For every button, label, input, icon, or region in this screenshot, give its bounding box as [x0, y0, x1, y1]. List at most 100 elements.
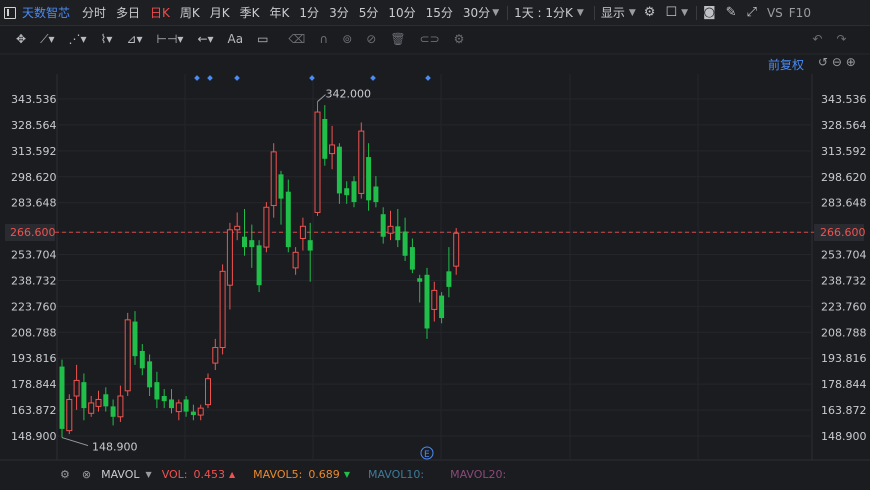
candle-body-down [278, 174, 284, 199]
candle-body-down [147, 361, 153, 388]
y-axis-label-left: 208.788 [11, 326, 57, 339]
candle-body-up [263, 206, 270, 248]
y-axis-label-left: 238.732 [11, 274, 57, 287]
candle-body-up [329, 144, 336, 155]
close-icon[interactable]: ⊗ [82, 468, 91, 481]
candle-body-down [417, 278, 423, 282]
mavol20-label: MAVOL20: [450, 467, 507, 481]
candle-body-down [344, 188, 350, 196]
y-axis-label-left: 343.536 [11, 93, 57, 106]
candle-body-down [285, 191, 291, 248]
candle-body-up [212, 347, 219, 364]
candle-body-up [226, 229, 233, 286]
candle-body-down [402, 231, 408, 256]
candle-body-down [336, 146, 342, 194]
candle-body-up [299, 225, 306, 239]
y-axis-label-right: 163.872 [821, 404, 867, 417]
vol-value: 0.453 [193, 467, 226, 481]
candle-body-up [95, 398, 102, 407]
candle-body-down [424, 274, 430, 329]
candle-body-down [139, 350, 145, 369]
y-axis-label-left: 163.872 [11, 404, 57, 417]
low-annotation-label: 148.900 [92, 441, 138, 454]
current-price-label: 266.600 [820, 226, 866, 239]
y-axis-label-right: 208.788 [821, 326, 867, 339]
candle-body-up [124, 319, 131, 392]
candle-body-down [242, 236, 247, 248]
up-arrow-icon: ▲ [229, 469, 236, 479]
mavol5-value: 0.689 [308, 467, 340, 481]
mavol5-label: MAVOL5: [253, 467, 303, 481]
y-axis-label-left: 328.564 [11, 119, 57, 132]
y-axis-label-left: 178.844 [11, 378, 57, 391]
candle-body-up [219, 270, 226, 349]
candlestick-chart[interactable]: 343.536 343.536 328.564 328.564 313.592 313.5… [0, 0, 870, 490]
candle-body-down [103, 394, 109, 407]
candle-body-up [292, 251, 299, 269]
candle-body-down [183, 399, 189, 412]
candle-body-down [256, 245, 262, 286]
candle-body-up [205, 378, 211, 406]
y-axis-label-right: 328.564 [821, 119, 867, 132]
y-axis-label-right: 298.620 [821, 171, 867, 184]
candle-body-down [161, 396, 167, 402]
candle-body-up [314, 111, 321, 213]
y-axis-label-right: 238.732 [821, 274, 867, 287]
current-price-left: 266.600 [5, 224, 56, 241]
y-axis-label-right: 193.816 [821, 352, 867, 365]
y-axis-label-right: 343.536 [821, 93, 867, 106]
candle-body-up [234, 225, 241, 231]
candle-body-up [270, 151, 277, 207]
settings-icon[interactable]: ⚙ [60, 468, 70, 481]
candle-body-up [117, 395, 124, 418]
chevron-down-icon[interactable]: ▼ [146, 470, 152, 479]
y-axis-label-left: 223.760 [11, 300, 57, 313]
vol-label: VOL: [161, 467, 188, 481]
candle-body-up [66, 398, 73, 432]
y-axis-label-left: 298.620 [11, 171, 57, 184]
y-axis-label-left: 313.592 [11, 145, 57, 158]
candle-body-down [190, 411, 196, 416]
candle-body-down [439, 295, 445, 319]
y-axis-label-right: 223.760 [821, 300, 867, 313]
high-annotation-label: 342.000 [326, 88, 372, 101]
candle-body-down [351, 181, 357, 203]
candle-body-up [73, 379, 80, 397]
candle-body-down [322, 118, 328, 159]
candle-body-down [307, 240, 313, 251]
y-axis-label-left: 148.900 [11, 430, 57, 443]
candle-body-down [81, 382, 87, 409]
candle-body-down [409, 247, 415, 270]
candle-body-down [380, 214, 386, 237]
current-price-label: 266.600 [10, 226, 56, 239]
current-price-right: 266.600 [814, 224, 866, 241]
mavol10-label: MAVOL10: [367, 467, 425, 481]
candle-body-up [453, 232, 460, 267]
y-axis-label-left: 253.704 [11, 249, 57, 262]
candle-body-down [154, 382, 160, 400]
candle-body-up [197, 407, 204, 416]
candle-body-up [88, 402, 95, 414]
indicator-name[interactable]: MAVOL [101, 468, 139, 481]
candle-body-down [395, 226, 401, 241]
candle-body-down [169, 399, 174, 409]
candle-body-up [358, 130, 365, 194]
candle-body-down [59, 366, 65, 429]
y-axis-label-left: 283.648 [11, 197, 57, 210]
candle-body-down [132, 321, 138, 357]
y-axis-label-right: 178.844 [821, 378, 867, 391]
mavol-bar: ⚙ ⊗ MAVOL ▼ VOL: 0.453 ▲ MAVOL5: 0.689 ▼… [0, 462, 870, 486]
y-axis-label-right: 253.704 [821, 249, 867, 262]
y-axis-label-right: 313.592 [821, 145, 867, 158]
event-e-label: E [424, 450, 430, 460]
candle-body-up [431, 289, 438, 310]
y-axis-label-right: 283.648 [821, 197, 867, 210]
candle-body-down [110, 406, 116, 417]
candle-body-up [175, 402, 182, 413]
y-axis-label-left: 193.816 [11, 352, 57, 365]
y-axis-label-right: 148.900 [821, 430, 867, 443]
candle-body-down [249, 240, 255, 248]
candle-body-up [387, 225, 394, 234]
down-arrow-icon: ▼ [343, 469, 350, 479]
candle-body-down [373, 186, 379, 203]
